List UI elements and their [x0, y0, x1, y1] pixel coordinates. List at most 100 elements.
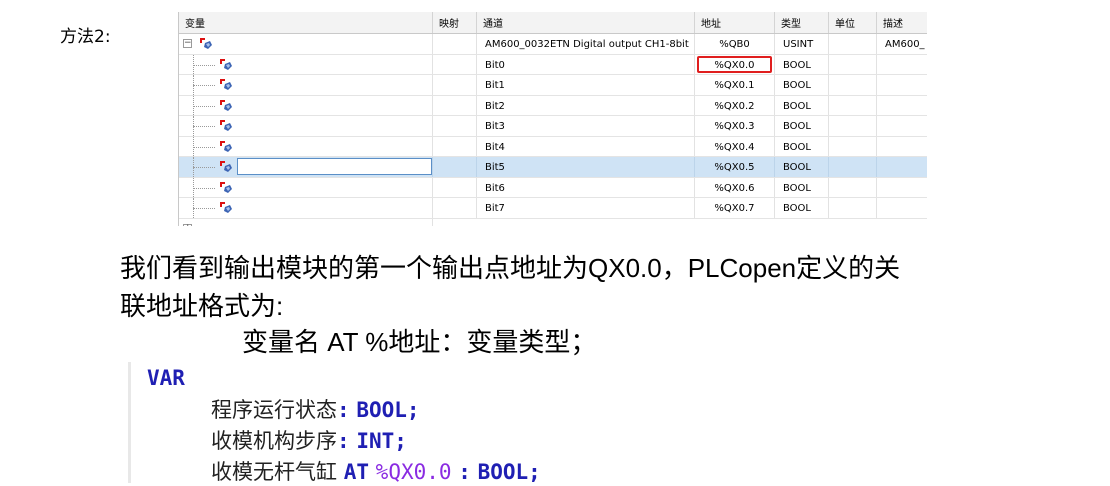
table-row[interactable]: Bit6 %QX0.6 BOOL — [179, 177, 927, 198]
address-cell: %QX0.4 — [695, 136, 775, 156]
output-variable-icon — [220, 79, 232, 90]
table-row[interactable]: Bit2 %QX0.2 BOOL — [179, 95, 927, 116]
variable-type: BOOL; — [356, 398, 420, 422]
address-value: %QX0.7 — [714, 203, 755, 214]
channel-cell: Bit4 — [477, 136, 695, 156]
unit-cell — [829, 54, 877, 74]
table-header: 变量 映射 通道 地址 类型 单位 描述 — [179, 12, 927, 34]
table-row[interactable]: Bit4 %QX0.4 BOOL — [179, 136, 927, 157]
description-cell — [877, 96, 927, 116]
variable-cell[interactable] — [179, 75, 433, 95]
header-variable[interactable]: 变量 — [179, 12, 433, 33]
code-line-2: 收模机构步序: INT; — [211, 425, 407, 455]
variable-type: BOOL; — [477, 460, 541, 484]
mapping-cell[interactable] — [433, 54, 477, 74]
address-value: %QX0.6 — [714, 182, 755, 194]
output-variable-icon — [220, 58, 232, 70]
tree-line — [193, 146, 215, 148]
mapping-cell[interactable] — [433, 116, 477, 136]
mapping-cell[interactable] — [433, 136, 477, 156]
table-row[interactable]: Bit3 %QX0.3 BOOL — [179, 116, 927, 137]
code-line-1: 程序运行状态: BOOL; — [211, 394, 420, 424]
variable-cell[interactable] — [179, 177, 433, 197]
type-cell: BOOL — [775, 136, 829, 156]
separator: : — [337, 429, 350, 453]
variable-name: 程序运行状态 — [211, 398, 337, 422]
address-cell: %QB0 — [695, 34, 775, 54]
table-row-parent[interactable]: − AM600_0032ETN Digital output CH1-8bit … — [179, 34, 927, 55]
explanation-line-2: 联地址格式为: — [120, 291, 284, 321]
description-cell — [877, 55, 927, 75]
method-label: 方法2: — [60, 27, 111, 47]
header-mapping[interactable]: 映射 — [433, 12, 477, 33]
description-cell — [877, 137, 927, 157]
expand-icon[interactable]: + — [183, 223, 192, 226]
variable-cell[interactable]: − — [179, 34, 433, 54]
channel-cell: Bit7 — [477, 198, 695, 218]
table-row-next-module[interactable]: + — [179, 218, 927, 226]
address-value: %QX0.4 — [714, 141, 755, 153]
address-cell: %QX0.3 — [695, 116, 775, 136]
mapping-cell[interactable] — [433, 177, 477, 197]
type-cell: BOOL — [775, 116, 829, 136]
code-line-3: 收模无杆气缸 AT %QX0.0 : BOOL; — [211, 456, 541, 486]
mapping-cell[interactable] — [433, 34, 477, 54]
header-unit[interactable]: 单位 — [829, 12, 877, 33]
mapping-cell[interactable] — [433, 95, 477, 115]
header-description[interactable]: 描述 — [877, 12, 927, 33]
tree-line — [193, 126, 215, 127]
variable-cell[interactable] — [179, 116, 433, 136]
tree-line — [193, 208, 215, 209]
variable-cell[interactable] — [179, 136, 433, 156]
header-type[interactable]: 类型 — [775, 12, 829, 33]
output-variable-icon — [220, 181, 232, 193]
separator: : — [337, 398, 350, 422]
variable-name: 收模无杆气缸 — [211, 460, 337, 484]
channel-cell: Bit5 — [477, 157, 695, 177]
type-cell: USINT — [775, 34, 829, 54]
unit-cell — [829, 157, 877, 177]
header-channel[interactable]: 通道 — [477, 12, 695, 33]
mapping-cell[interactable] — [433, 157, 477, 177]
table-row[interactable]: Bit0 %QX0.0 BOOL — [179, 54, 927, 75]
type-cell: BOOL — [775, 198, 829, 218]
variable-cell[interactable] — [179, 198, 433, 218]
description-cell — [877, 157, 927, 177]
description-cell: AM600_ — [885, 39, 925, 50]
description-cell — [877, 116, 927, 136]
explanation-line-1: 我们看到输出模块的第一个输出点地址为QX0.0，PLCopen定义的关 — [120, 253, 901, 283]
channel-cell: Bit2 — [477, 95, 695, 115]
unit-cell — [829, 95, 877, 115]
channel-cell: Bit3 — [477, 116, 695, 136]
mapping-cell[interactable] — [433, 75, 477, 95]
mapping-cell[interactable] — [433, 198, 477, 218]
code-snippet: VAR 程序运行状态: BOOL; 收模机构步序: INT; 收模无杆气缸 AT… — [128, 362, 731, 486]
unit-cell — [829, 136, 877, 156]
variable-name-input[interactable] — [237, 158, 432, 175]
variable-cell[interactable] — [179, 157, 433, 177]
address-cell: %QX0.6 — [695, 177, 775, 197]
variable-cell[interactable] — [179, 95, 433, 115]
output-variable-icon — [220, 120, 232, 131]
collapse-icon[interactable]: − — [183, 39, 192, 48]
table-row[interactable]: Bit1 %QX0.1 BOOL — [179, 75, 927, 96]
io-mapping-table: 变量 映射 通道 地址 类型 单位 描述 − AM600_0032ETN Dig… — [178, 12, 927, 226]
unit-cell — [829, 34, 877, 54]
address-cell: %QX0.5 — [695, 157, 775, 177]
address-value: %QX0.3 — [714, 121, 755, 132]
address-value: %QX0.5 — [714, 162, 755, 173]
address-cell: %QX0.7 — [695, 198, 775, 218]
type-cell: BOOL — [775, 75, 829, 95]
address-highlight-box — [697, 55, 772, 73]
variable-cell[interactable] — [179, 54, 433, 74]
table-row[interactable]: Bit7 %QX0.7 BOOL — [179, 198, 927, 219]
channel-cell: Bit1 — [477, 75, 695, 95]
description-cell — [877, 75, 927, 95]
variable-cell[interactable]: + — [179, 218, 433, 226]
unit-cell — [829, 177, 877, 197]
table-row[interactable]: Bit5 %QX0.5 BOOL — [179, 157, 927, 178]
separator: : — [458, 460, 471, 484]
output-variable-icon — [220, 161, 232, 172]
header-address[interactable]: 地址 — [695, 12, 775, 33]
var-keyword: VAR — [147, 366, 185, 390]
